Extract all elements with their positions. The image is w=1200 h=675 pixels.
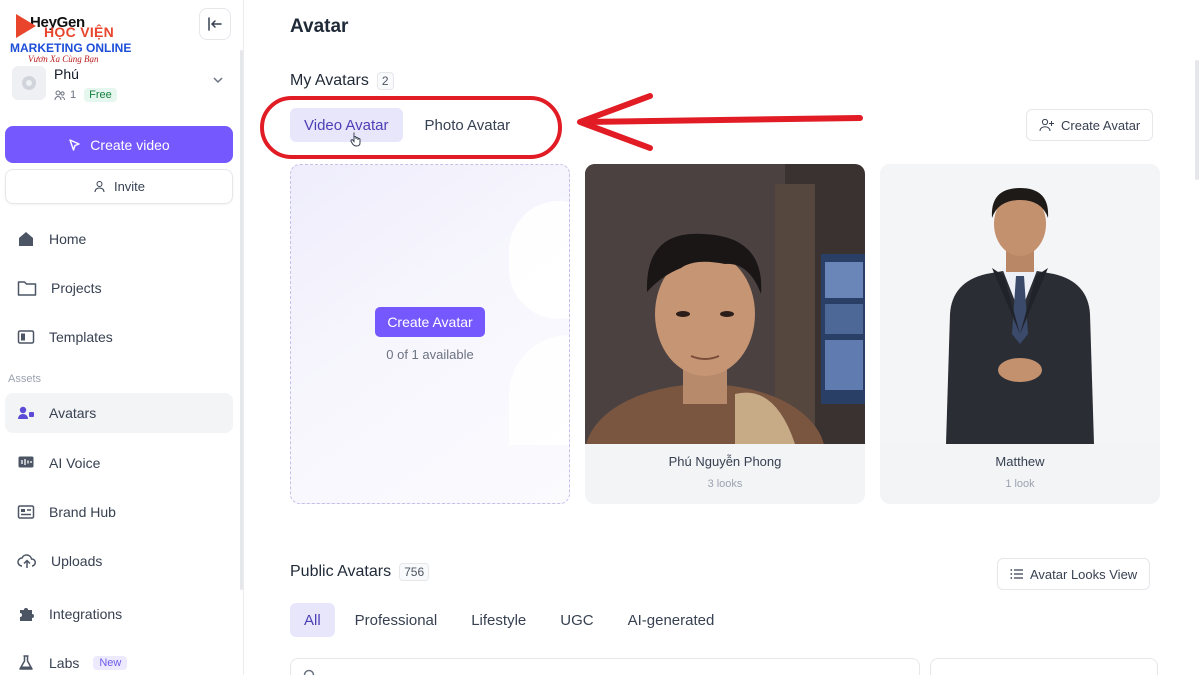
sidebar-item-labs[interactable]: Labs New (5, 643, 233, 675)
brand-icon (17, 505, 35, 519)
user-icon (94, 181, 105, 193)
sidebar: HeyGen HỌC VIỆN MARKETING ONLINE Vươn Xa… (0, 0, 244, 675)
collapse-sidebar-button[interactable] (199, 8, 231, 40)
filter-professional[interactable]: Professional (341, 603, 452, 637)
page-title: Avatar (290, 16, 349, 37)
search-icon (303, 669, 315, 675)
sidebar-item-integrations[interactable]: Integrations (5, 594, 233, 634)
plan-badge: Free (84, 88, 117, 102)
avatar-card[interactable]: Matthew 1 look (880, 164, 1160, 504)
assets-section-label: Assets (8, 373, 42, 385)
avatar-icon (18, 406, 34, 419)
create-video-button[interactable]: Create video (5, 126, 233, 163)
filter-ugc[interactable]: UGC (546, 603, 607, 637)
public-avatars-title: Public Avatars (290, 563, 392, 580)
annotation-ellipse (260, 96, 562, 159)
workspace-name: Phú (54, 66, 79, 82)
my-avatars-count: 2 (376, 72, 394, 90)
sidebar-item-label: Avatars (49, 405, 97, 421)
create-avatar-card-button[interactable]: Create Avatar (375, 307, 485, 337)
sidebar-scrollbar[interactable] (240, 50, 243, 590)
sidebar-item-brand-hub[interactable]: Brand Hub (5, 492, 233, 532)
sidebar-item-templates[interactable]: Templates (5, 317, 233, 357)
avatar-name: Phú Nguyễn Phong (668, 454, 782, 469)
sidebar-item-uploads[interactable]: Uploads (5, 541, 233, 581)
home-icon (19, 232, 33, 246)
puzzle-icon (20, 608, 34, 621)
sidebar-item-ai-voice[interactable]: AI Voice (5, 443, 233, 483)
members-count: 1 (70, 89, 77, 101)
chevron-down-icon (213, 77, 223, 84)
create-video-label: Create video (90, 136, 170, 153)
public-avatars-count: 756 (399, 563, 430, 581)
templates-icon (17, 330, 35, 344)
decorative-shape (509, 201, 569, 319)
sort-dropdown[interactable] (930, 658, 1158, 675)
invite-button[interactable]: Invite (5, 169, 233, 204)
workspace-avatar (12, 66, 46, 100)
main-content: Avatar My Avatars 2 Video Avatar Photo A… (244, 0, 1200, 675)
sidebar-item-label: Home (49, 231, 87, 247)
folder-icon (17, 281, 37, 296)
sidebar-item-avatars[interactable]: Avatars (5, 393, 233, 433)
avatar-card[interactable]: Phú Nguyễn Phong 3 looks (585, 164, 865, 504)
availability-text: 0 of 1 available (386, 347, 474, 362)
add-user-icon (1039, 118, 1054, 132)
invite-label: Invite (113, 179, 146, 194)
my-avatars-header: My Avatars 2 (290, 72, 394, 90)
avatar-name: Matthew (995, 454, 1045, 469)
sidebar-item-label: AI Voice (49, 455, 101, 471)
create-avatar-button[interactable]: Create Avatar (1026, 109, 1154, 141)
sidebar-item-projects[interactable]: Projects (5, 268, 233, 308)
new-badge: New (93, 656, 128, 670)
public-avatars-header: Public Avatars 756 (290, 563, 430, 581)
avatar-looks-count: 1 look (1005, 478, 1035, 490)
sidebar-item-home[interactable]: Home (5, 219, 233, 259)
play-logo-icon (16, 14, 36, 38)
upload-icon (17, 554, 36, 568)
list-icon (1010, 569, 1023, 579)
sidebar-item-label: Brand Hub (49, 504, 116, 520)
sidebar-item-label: Integrations (49, 606, 123, 622)
cursor-icon (69, 138, 80, 151)
workspace-switcher[interactable]: Phú 1 Free (12, 64, 232, 104)
collapse-left-icon (208, 17, 222, 31)
filter-lifestyle[interactable]: Lifestyle (457, 603, 540, 637)
logo: HeyGen HỌC VIỆN MARKETING ONLINE Vươn Xa… (10, 12, 140, 64)
avatar-thumbnail (880, 164, 1160, 444)
flask-icon (19, 655, 33, 670)
hoc-vien-watermark: HỌC VIỆN (44, 24, 115, 40)
avatar-thumbnail (585, 164, 865, 444)
sidebar-item-label: Templates (49, 329, 113, 345)
sidebar-item-label: Projects (51, 280, 102, 296)
my-avatars-title: My Avatars (290, 72, 369, 89)
workspace-gear-icon (22, 76, 36, 90)
avatar-looks-view-button[interactable]: Avatar Looks View (997, 558, 1151, 590)
annotation-arrow-icon (577, 93, 863, 151)
members-icon (54, 90, 65, 101)
marketing-online-watermark: MARKETING ONLINE (10, 41, 132, 55)
avatar-looks-count: 3 looks (707, 478, 743, 490)
create-avatar-card[interactable]: Create Avatar 0 of 1 available (290, 164, 570, 504)
main-scrollbar[interactable] (1195, 60, 1199, 180)
voice-icon (18, 456, 34, 468)
sidebar-item-label: Uploads (51, 553, 103, 569)
filter-all[interactable]: All (290, 603, 335, 637)
create-avatar-label: Create Avatar (1061, 117, 1141, 133)
public-avatar-filters: All Professional Lifestyle UGC AI-genera… (290, 603, 728, 637)
watermark-tagline: Vươn Xa Cùng Bạn (28, 54, 99, 64)
filter-ai-generated[interactable]: AI-generated (614, 603, 729, 637)
sidebar-item-label: Labs (49, 655, 80, 671)
avatar-looks-view-label: Avatar Looks View (1030, 566, 1138, 582)
workspace-meta: 1 Free (54, 88, 117, 102)
search-input[interactable] (290, 658, 920, 675)
